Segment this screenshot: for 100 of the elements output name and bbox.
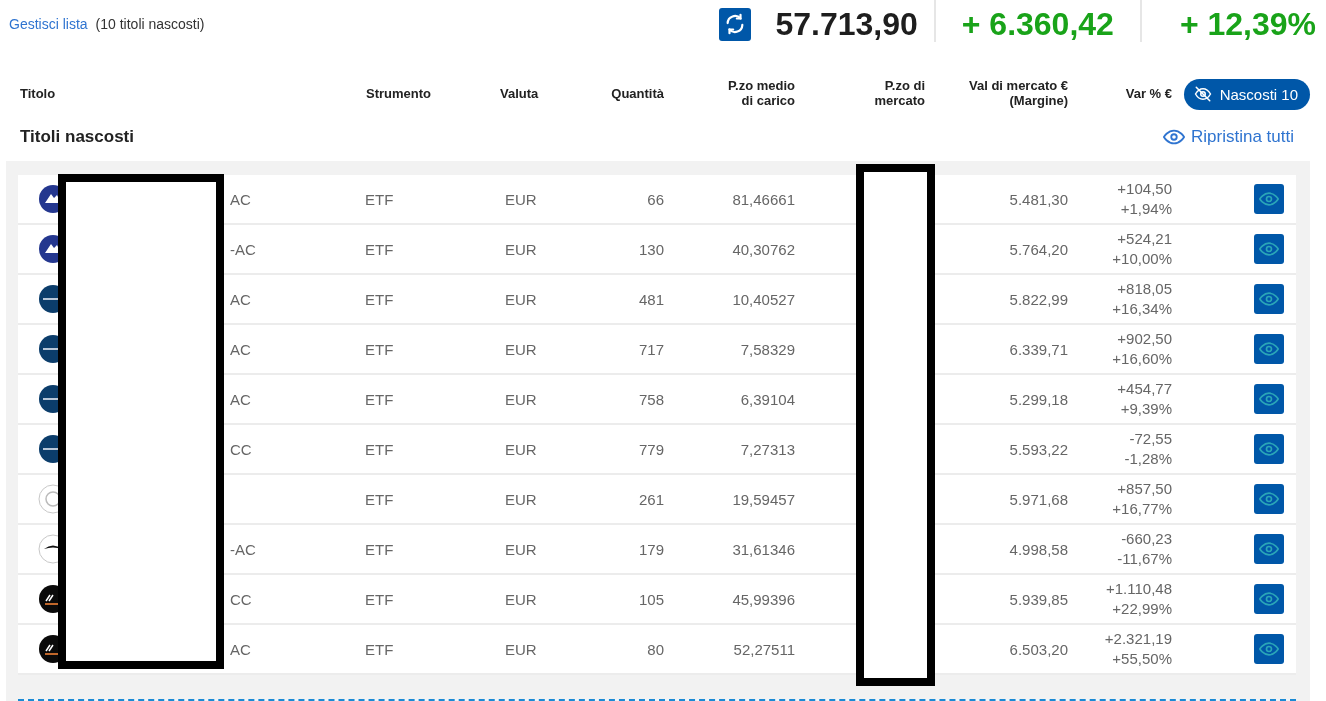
eye-icon [1259, 242, 1279, 256]
column-header: Valuta [499, 86, 540, 102]
table-cell-text: ETF [364, 640, 395, 658]
column-header: P.zo di mercato [873, 79, 925, 109]
column-header: Strumento [365, 86, 432, 102]
table-cell-text: 7,27313 [739, 440, 795, 458]
table-cell-text: EUR [504, 640, 538, 658]
column-header: Var % € [1124, 86, 1172, 102]
table-cell-text: 779 [637, 440, 664, 458]
portfolio-gain-percent: + 12,39% [1179, 5, 1316, 43]
portfolio-gain: + 6.360,42 [961, 5, 1114, 43]
fund-title: AC [230, 340, 251, 358]
manage-list-link[interactable]: Gestisci lista [9, 16, 88, 32]
table-cell-text: 66 [646, 190, 664, 208]
show-button[interactable] [1254, 534, 1284, 564]
table-cell-text: EUR [504, 240, 538, 258]
show-button[interactable] [1254, 184, 1284, 214]
variation-percent: +10,00% [1112, 249, 1172, 269]
table-cell-text: ETF [364, 190, 395, 208]
table-cell-text: 6.503,20 [1008, 640, 1068, 658]
fund-title: AC [230, 390, 251, 408]
table-cell-text: 4.998,58 [1008, 540, 1068, 558]
fund-title: CC [230, 440, 252, 458]
table-cell-text: 481 [637, 290, 664, 308]
eye-icon [1259, 592, 1279, 606]
variation-amount: +1.110,48 [1105, 579, 1172, 599]
fund-title: -AC [230, 240, 256, 258]
table-cell-text: 52,27511 [732, 640, 795, 658]
variation-amount: +902,50 [1117, 329, 1172, 349]
table-cell-text: 80 [646, 640, 664, 658]
show-button[interactable] [1254, 634, 1284, 664]
table-cell-text: EUR [504, 540, 538, 558]
table-cell-text: 130 [637, 240, 664, 258]
show-button[interactable] [1254, 334, 1284, 364]
eye-icon [1163, 129, 1185, 145]
variation-percent: +16,77% [1112, 499, 1172, 519]
eye-icon [1259, 292, 1279, 306]
table-cell-text: ETF [364, 240, 395, 258]
table-cell-text: EUR [504, 340, 538, 358]
table-cell-text: ETF [364, 290, 395, 308]
table-cell-text: 5.481,30 [1008, 190, 1068, 208]
table-cell-text: 5.764,20 [1008, 240, 1068, 258]
table-cell-text: 179 [637, 540, 664, 558]
table-cell-text: ETF [364, 540, 395, 558]
restore-all-link[interactable]: Ripristina tutti [1163, 127, 1294, 147]
variation-percent: +22,99% [1112, 599, 1172, 619]
variation-percent: +55,50% [1112, 649, 1172, 669]
variation-percent: +9,39% [1120, 399, 1172, 419]
eye-icon [1259, 442, 1279, 456]
table-cell-text: EUR [504, 290, 538, 308]
show-button[interactable] [1254, 484, 1284, 514]
eye-icon [1259, 642, 1279, 656]
table-cell-text: 45,99396 [731, 590, 795, 608]
table-cell-text: 5.299,18 [1008, 390, 1068, 408]
hidden-toggle-button[interactable]: Nascosti 10 [1183, 78, 1310, 110]
show-button[interactable] [1254, 434, 1284, 464]
column-header: Titolo [19, 86, 57, 102]
variation-amount: +454,77 [1117, 379, 1172, 399]
table-cell-text: 19,59457 [731, 490, 795, 508]
table-cell-text: 5.971,68 [1008, 490, 1068, 508]
table-cell-text: EUR [504, 390, 538, 408]
column-header: Quantità [610, 86, 664, 102]
table-cell-text: EUR [504, 590, 538, 608]
table-cell-text: 5.593,22 [1008, 440, 1068, 458]
show-button[interactable] [1254, 384, 1284, 414]
table-cell-text: 758 [637, 390, 664, 408]
table-cell-text: EUR [504, 490, 538, 508]
variation-amount: +524,21 [1117, 229, 1172, 249]
table-cell-text: 7,58329 [739, 340, 795, 358]
variation-amount: +2.321,19 [1104, 629, 1172, 649]
show-button[interactable] [1254, 584, 1284, 614]
table-cell-text: 5.822,99 [1008, 290, 1068, 308]
fund-title: -AC [230, 540, 256, 558]
section-title: Titoli nascosti [20, 127, 134, 147]
refresh-button[interactable] [719, 7, 752, 41]
table-cell-text: 5.939,85 [1008, 590, 1068, 608]
table-cell-text: ETF [364, 490, 395, 508]
eye-icon [1259, 392, 1279, 406]
table-cell-text: 6.339,71 [1008, 340, 1068, 358]
variation-amount: -72,55 [1129, 429, 1172, 449]
table-cell-text: 105 [637, 590, 664, 608]
variation-percent: +16,34% [1112, 299, 1172, 319]
variation-percent: -11,67% [1117, 549, 1172, 569]
variation-percent: +1,94% [1120, 199, 1172, 219]
table-cell-text: 717 [637, 340, 664, 358]
table-cell-text: EUR [504, 190, 538, 208]
column-header: Val di mercato € (Margine) [968, 79, 1068, 109]
fund-title: AC [230, 640, 251, 658]
eye-icon [1259, 542, 1279, 556]
table-cell-text: 10,40527 [731, 290, 795, 308]
table-cell-text: 6,39104 [739, 390, 795, 408]
variation-amount: +857,50 [1117, 479, 1172, 499]
show-button[interactable] [1254, 234, 1284, 264]
eye-icon [1259, 342, 1279, 356]
fund-title: AC [230, 290, 251, 308]
fund-title: AC [230, 190, 251, 208]
table-cell-text: ETF [364, 390, 395, 408]
variation-amount: +104,50 [1117, 179, 1172, 199]
table-cell-text: 31,61346 [731, 540, 795, 558]
show-button[interactable] [1254, 284, 1284, 314]
